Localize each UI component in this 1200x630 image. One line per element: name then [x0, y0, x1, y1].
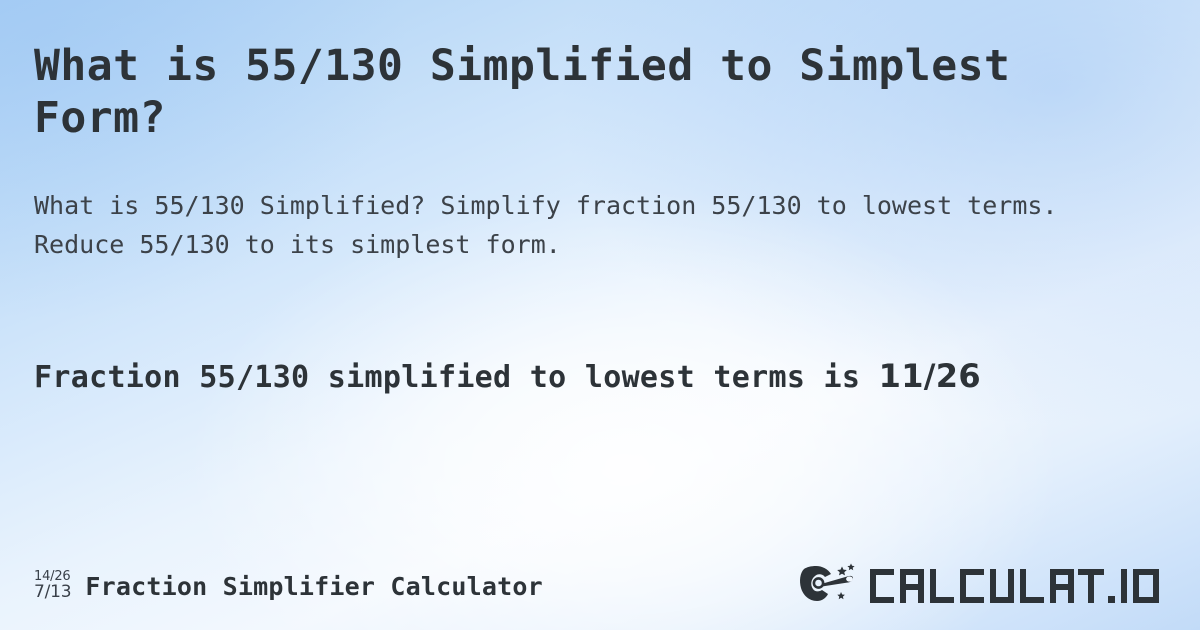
page-description: What is 55/130 Simplified? Simplify frac…: [34, 191, 1058, 259]
fraction-icon: 14/26 7/13: [34, 568, 72, 603]
brand-wordmark: CALCULAT.IO: [868, 565, 1166, 607]
result-prefix: Fraction 55/130 simplified to lowest ter…: [34, 360, 861, 395]
page-root: What is 55/130 Simplified to Simplest Fo…: [0, 0, 1200, 630]
footer: 14/26 7/13 Fraction Simplifier Calculato…: [0, 542, 1200, 630]
fraction-icon-numerator: 14/26: [34, 568, 71, 584]
footer-left-group: 14/26 7/13 Fraction Simplifier Calculato…: [34, 570, 543, 603]
magic-wand-hand-icon: [798, 561, 860, 611]
result-answer: 11/26: [878, 357, 981, 395]
result-statement: Fraction 55/130 simplified to lowest ter…: [34, 352, 1154, 402]
brand-logo[interactable]: CALCULAT.IO: [798, 561, 1166, 611]
fraction-icon-denominator: 7/13: [34, 581, 72, 602]
footer-title: Fraction Simplifier Calculator: [85, 571, 543, 601]
page-title: What is 55/130 Simplified to Simplest Fo…: [34, 41, 1011, 143]
